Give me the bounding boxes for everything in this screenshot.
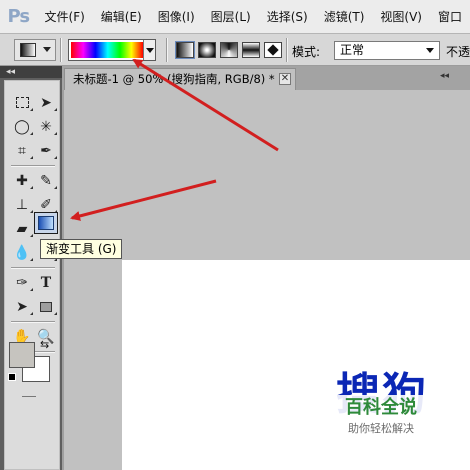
gradient-tool-tooltip: 渐变工具 (G): [40, 239, 123, 259]
brush-tool-icon[interactable]: ✎: [35, 171, 57, 191]
radial-gradient-icon[interactable]: [198, 42, 216, 58]
menu-edit[interactable]: 编辑(E): [93, 0, 150, 34]
rectangle-shape-icon[interactable]: [35, 297, 57, 317]
menu-filter[interactable]: 滤镜(T): [316, 0, 373, 34]
watermark-badge: 百科全说 助你轻松解决: [326, 395, 436, 441]
watermark-title: 百科全说: [345, 397, 417, 418]
mode-select[interactable]: 正常: [334, 41, 440, 60]
move-tool-icon[interactable]: ➤: [35, 93, 57, 113]
angle-gradient-icon[interactable]: [220, 42, 238, 58]
swap-colors-icon[interactable]: ⇆: [40, 338, 49, 351]
gradient-tool-icon: [38, 216, 54, 230]
crop-tool-icon[interactable]: ⌗: [11, 141, 33, 161]
chevron-down-icon: [426, 48, 434, 53]
menu-select[interactable]: 选择(S): [259, 0, 316, 34]
type-tool-icon[interactable]: T: [35, 273, 57, 293]
menu-file[interactable]: 文件(F): [37, 0, 93, 34]
toolbox-separator: [11, 321, 55, 323]
toolbox-separator: [11, 267, 55, 269]
reflected-gradient-icon[interactable]: [242, 42, 260, 58]
panel-collapse-icon[interactable]: ◂◂: [440, 71, 449, 81]
gradient-picker[interactable]: [68, 39, 156, 61]
workspace-edge: [62, 90, 64, 470]
path-selection-icon[interactable]: ➤: [11, 297, 33, 317]
foreground-color-swatch[interactable]: [9, 342, 35, 368]
tool-preset-picker[interactable]: [14, 39, 56, 61]
toolbox-panel: ◂◂ ➤ ◯ ✳ ⌗ ✒ ✚ ✎ ⊥ ✐ ▰ 💧 ● ✑ T ➤ ✋ 🔍 ⇆: [0, 66, 62, 470]
gradient-tool-preset-icon: [20, 43, 36, 57]
marquee-tool-icon[interactable]: [11, 93, 33, 113]
eyedropper-icon[interactable]: ✒: [35, 141, 57, 161]
menu-window[interactable]: 窗口: [430, 0, 470, 34]
clone-stamp-icon[interactable]: ⊥: [11, 195, 33, 215]
photoshop-logo: Ps: [7, 6, 30, 27]
diamond-gradient-icon[interactable]: [264, 42, 282, 58]
options-separator: [166, 38, 168, 62]
toolbox-tools: ➤ ◯ ✳ ⌗ ✒ ✚ ✎ ⊥ ✐ ▰ 💧 ● ✑ T ➤ ✋ 🔍: [4, 80, 60, 470]
linear-gradient-icon[interactable]: [176, 42, 194, 58]
toolbox-separator: [11, 165, 55, 167]
mode-label: 模式:: [292, 45, 321, 59]
watermark-subtitle: 助你轻松解决: [348, 422, 414, 435]
default-colors-icon[interactable]: [8, 373, 16, 381]
lasso-tool-icon[interactable]: ◯: [11, 117, 33, 137]
opacity-label: 不透: [446, 45, 470, 59]
mode-select-value: 正常: [340, 43, 365, 57]
options-separator: [286, 38, 288, 62]
menu-layer[interactable]: 图层(L): [203, 0, 259, 34]
document-tab-title: 未标题-1 @ 50% (搜狗指南, RGB/8) *: [73, 72, 275, 86]
pen-tool-icon[interactable]: ✑: [11, 273, 33, 293]
gradient-tool-button[interactable]: [34, 212, 58, 234]
eraser-tool-icon[interactable]: ▰: [11, 219, 33, 239]
options-bar: 模式: 正常 不透: [0, 34, 470, 66]
menu-view[interactable]: 视图(V): [372, 0, 430, 34]
close-icon[interactable]: ✕: [279, 73, 291, 85]
blur-tool-icon[interactable]: 💧: [11, 243, 33, 263]
options-separator: [60, 38, 62, 62]
toolbox-collapse-toggle[interactable]: ◂◂: [0, 66, 62, 78]
chevron-down-icon: [43, 47, 51, 52]
healing-brush-icon[interactable]: ✚: [11, 171, 33, 191]
gradient-picker-dropdown-button[interactable]: [143, 40, 155, 60]
document-tab[interactable]: 未标题-1 @ 50% (搜狗指南, RGB/8) * ✕: [64, 68, 296, 90]
gradient-preview-spectrum[interactable]: [71, 42, 143, 58]
magic-wand-icon[interactable]: ✳: [35, 117, 57, 137]
quick-mask-divider: [22, 396, 36, 397]
menu-bar: Ps 文件(F) 编辑(E) 图像(I) 图层(L) 选择(S) 滤镜(T) 视…: [0, 0, 470, 34]
menu-image[interactable]: 图像(I): [150, 0, 203, 34]
